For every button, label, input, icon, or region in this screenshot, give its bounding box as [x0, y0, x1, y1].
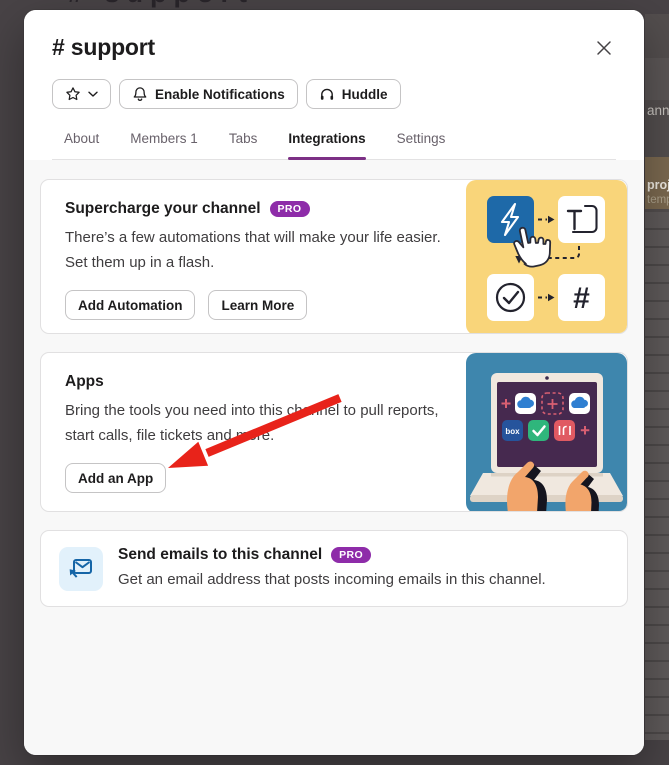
background-highlight-row: proj temp [645, 157, 669, 209]
add-an-app-button[interactable]: Add an App [65, 463, 166, 493]
background-list-rows [645, 212, 669, 740]
email-title: Send emails to this channel [118, 546, 322, 564]
apps-illustration: box [466, 353, 627, 511]
channel-details-dialog: # support Enable No [24, 10, 644, 755]
enable-notifications-button[interactable]: Enable Notifications [119, 79, 298, 109]
learn-more-button[interactable]: Learn More [208, 290, 307, 320]
apps-description: Bring the tools you need into this chann… [65, 398, 442, 448]
tab-settings[interactable]: Settings [397, 125, 446, 159]
chevron-down-icon [88, 91, 98, 98]
apps-card: Apps Bring the tools you need into this … [40, 352, 628, 512]
huddle-button[interactable]: Huddle [306, 79, 401, 109]
dialog-header: # support Enable No [24, 10, 644, 160]
star-icon [65, 86, 81, 102]
supercharge-title: Supercharge your channel [65, 200, 261, 218]
apps-title: Apps [65, 373, 104, 391]
pro-badge: PRO [270, 201, 310, 217]
close-icon [594, 38, 614, 58]
text-box-icon [558, 196, 605, 243]
pro-badge: PRO [331, 547, 371, 563]
background-channel-title: # support [68, 0, 254, 9]
background-page-strip: ann proj temp [645, 14, 669, 740]
bell-icon [132, 86, 148, 102]
huddle-label: Huddle [342, 87, 388, 102]
dialog-tabs: About Members 1 Tabs Integrations Settin… [52, 125, 616, 160]
tab-tabs[interactable]: Tabs [229, 125, 258, 159]
integrations-tab-panel: Supercharge your channel PRO There’s a f… [24, 160, 644, 755]
enable-notifications-label: Enable Notifications [155, 87, 285, 102]
incoming-email-icon [59, 547, 103, 591]
tab-members[interactable]: Members 1 [130, 125, 198, 159]
tab-integrations[interactable]: Integrations [288, 125, 365, 159]
background-header-block [645, 58, 669, 100]
star-channel-button[interactable] [52, 79, 111, 109]
add-automation-button[interactable]: Add Automation [65, 290, 195, 320]
tab-about[interactable]: About [64, 125, 99, 159]
svg-text:box: box [505, 427, 520, 436]
check-circle-icon [487, 274, 534, 321]
supercharge-card: Supercharge your channel PRO There’s a f… [40, 179, 628, 334]
channel-title: # support [52, 34, 155, 61]
close-button[interactable] [590, 34, 618, 62]
background-highlight-subtitle: temp [647, 194, 669, 206]
svg-text:#: # [573, 282, 590, 315]
email-card: Send emails to this channel PRO Get an e… [40, 530, 628, 607]
automation-illustration: # [466, 180, 627, 333]
headphones-icon [319, 86, 335, 102]
background-highlight-title: proj [647, 178, 669, 192]
email-description: Get an email address that posts incoming… [118, 567, 546, 592]
channel-action-buttons: Enable Notifications Huddle [52, 79, 616, 109]
background-text-fragment: ann [647, 103, 669, 118]
supercharge-description: There’s a few automations that will make… [65, 225, 442, 275]
